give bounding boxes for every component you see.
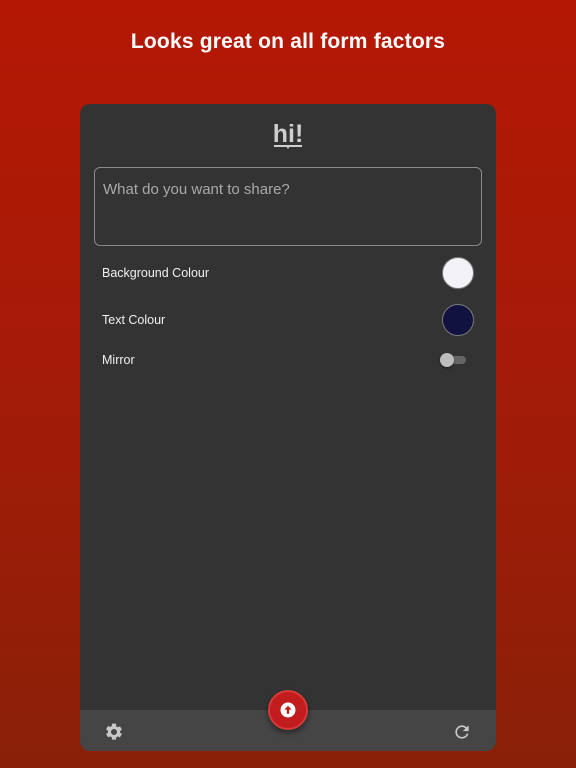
reset-button[interactable] [452, 722, 472, 742]
background-colour-swatch[interactable] [442, 257, 474, 289]
app-window: hi! Background Colour Text Colour Mirror [80, 104, 496, 751]
background-colour-label: Background Colour [102, 266, 210, 280]
app-logo: hi! [80, 118, 496, 150]
logo-text: hi! [273, 120, 303, 148]
text-colour-label: Text Colour [102, 313, 166, 327]
mirror-label: Mirror [102, 353, 135, 367]
share-text-input[interactable] [94, 167, 482, 246]
arrow-up-circle-icon [280, 702, 296, 718]
settings-button[interactable] [104, 722, 124, 742]
headline: Looks great on all form factors [130, 30, 446, 53]
gear-icon [106, 723, 122, 740]
text-colour-row[interactable]: Text Colour [102, 302, 474, 338]
mirror-toggle-knob [440, 353, 454, 367]
mirror-toggle[interactable] [440, 352, 468, 368]
mirror-row: Mirror [102, 342, 474, 378]
share-button[interactable] [268, 690, 308, 730]
refresh-icon [455, 725, 469, 739]
text-colour-swatch[interactable] [442, 304, 474, 336]
hi-logo-icon: hi! [273, 120, 303, 149]
background-colour-row[interactable]: Background Colour [102, 255, 474, 291]
